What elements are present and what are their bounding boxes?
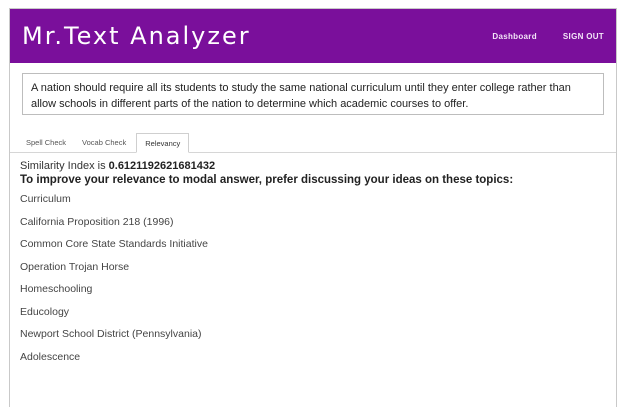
sign-out-link[interactable]: SIGN OUT bbox=[563, 32, 604, 41]
dashboard-link[interactable]: Dashboard bbox=[492, 32, 537, 41]
topic-item: Common Core State Standards Initiative bbox=[20, 238, 208, 250]
essay-prompt-box: A nation should require all its students… bbox=[22, 73, 604, 115]
app-brand[interactable]: Mr.Text Analyzer bbox=[22, 22, 466, 50]
topic-item: Adolescence bbox=[20, 350, 81, 363]
topic-item: Operation Trojan Horse bbox=[20, 260, 130, 273]
topic-item: Educology bbox=[20, 305, 70, 318]
app-window: Mr.Text Analyzer Dashboard SIGN OUT A na… bbox=[9, 8, 617, 407]
topic-item: California Proposition 218 (1996) bbox=[20, 215, 174, 228]
similarity-value: 0.6121192621681432 bbox=[108, 160, 216, 172]
similarity-label: Similarity Index is bbox=[20, 160, 109, 172]
analysis-tabs: Spell Check Vocab Check Relevancy bbox=[10, 131, 616, 153]
tab-vocab-check[interactable]: Vocab Check bbox=[74, 133, 134, 153]
topic-list: Curriculum California Proposition 218 (1… bbox=[20, 188, 616, 368]
relevancy-panel: Similarity Index is 0.6121192621681432 T… bbox=[10, 153, 616, 368]
tab-relevancy[interactable]: Relevancy bbox=[136, 133, 190, 153]
tab-spell-check[interactable]: Spell Check bbox=[18, 133, 74, 153]
topic-item: Newport School District (Pennsylvania) bbox=[20, 328, 202, 340]
topic-item: Homeschooling bbox=[20, 283, 93, 295]
topic-item: Curriculum bbox=[20, 193, 71, 205]
similarity-index: Similarity Index is 0.6121192621681432 bbox=[20, 159, 616, 173]
top-navbar: Mr.Text Analyzer Dashboard SIGN OUT bbox=[10, 9, 616, 63]
relevance-advice: To improve your relevance to modal answe… bbox=[20, 174, 514, 186]
